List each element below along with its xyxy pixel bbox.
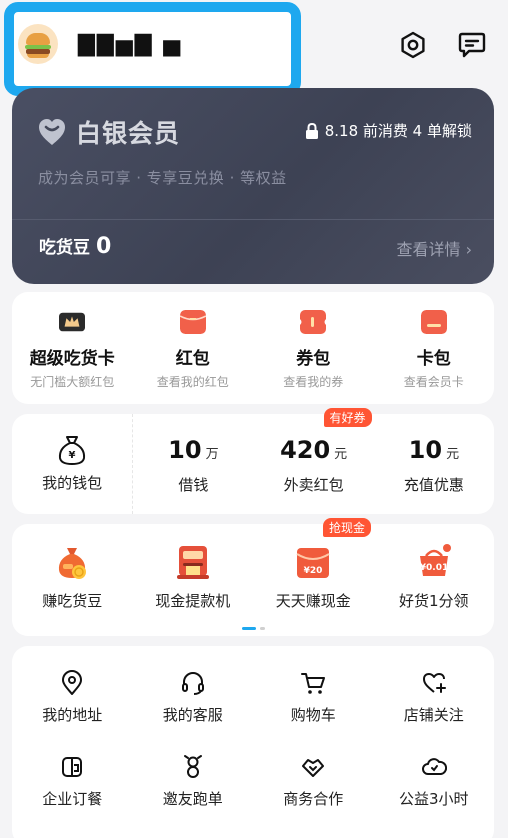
svg-text:¥: ¥ [69,450,76,461]
quick-cards: 超级吃货卡 无门槛大额红包 红包 查看我的红包 券包 查看我的券 卡包 查看会员… [12,292,494,404]
super-foodie-card[interactable]: 超级吃货卡 无门槛大额红包 [12,292,133,404]
shopping-cart-item[interactable]: 购物车 [253,646,374,730]
recharge-discount-item[interactable]: 10 元 充值优惠 [374,414,494,514]
one-cent-goods-item[interactable]: ¥0.01 好货1分领 [374,524,495,636]
vip-logo: 白银会员 [36,114,180,150]
vip-subtitle: 成为会员可享 · 专享豆兑换 · 等权益 [38,169,287,187]
headset-icon [181,672,204,695]
beans-value: 0 [96,234,112,259]
card-wallet-card[interactable]: 卡包 查看会员卡 [374,292,495,404]
cash-machine-icon [176,546,209,579]
coupon-icon [300,310,327,334]
invite-runner-item[interactable]: 邀友跑单 [133,730,254,814]
crown-card-icon [59,312,86,332]
svg-text:¥20: ¥20 [304,566,323,576]
location-pin-icon [62,670,83,695]
grab-cash-badge: 抢现金 [323,518,372,537]
earn-beans-item[interactable]: 赚吃货豆 [12,524,133,636]
indicator-dot [259,627,265,630]
vip-divider [12,219,494,220]
handshake-icon [302,759,325,777]
daily-cash-item[interactable]: 抢现金 ¥20 天天赚现金 [253,518,374,636]
charity-item[interactable]: 公益3小时 [374,730,495,814]
red-envelope-icon: ¥20 [296,548,330,578]
shopping-cart-icon [301,673,326,694]
enterprise-order-icon [62,757,83,777]
carousel-indicator [12,627,494,630]
message-icon[interactable] [455,28,489,62]
money-bag-icon: ¥ [59,436,86,465]
customer-service-item[interactable]: 我的客服 [133,646,254,730]
svg-text:¥0.01: ¥0.01 [420,563,448,573]
loan-item[interactable]: 10 万 借钱 [133,414,253,514]
activities-section: 赚吃货豆 现金提款机 抢现金 ¥20 天天赚现金 ¥0.01 好货1分领 [12,518,495,636]
enterprise-order-item[interactable]: 企业订餐 [12,730,133,814]
charity-cloud-icon [421,758,447,775]
view-details-link[interactable]: 查看详情 › [397,236,473,260]
vip-unlock-hint: 8.18 前消费 4 单解锁 [305,120,472,141]
good-coupon-badge: 有好券 [323,408,372,427]
beans-balance: 吃货豆 0 [39,233,111,259]
vip-unlock-text: 8.18 前消费 4 单解锁 [324,122,472,140]
my-address-item[interactable]: 我的地址 [12,646,133,730]
cash-machine-item[interactable]: 现金提款机 [133,524,254,636]
card-wallet-icon [420,310,447,334]
my-wallet-item[interactable]: ¥ 我的钱包 [12,414,134,514]
vip-card[interactable]: 白银会员 8.18 前消费 4 单解锁 成为会员可享 · 专享豆兑换 · 等权益… [12,88,494,284]
takeout-red-packet-item[interactable]: 有好券 420 元 外卖红包 [254,408,374,514]
tools-grid: 我的地址 我的客服 购物车 店铺关注 企业订餐 邀友跑单 商务合作 公益3小时 [12,646,494,838]
red-packet-card[interactable]: 红包 查看我的红包 [133,292,254,404]
beans-label: 吃货豆 [39,238,90,258]
shopping-basket-icon: ¥0.01 [420,544,451,576]
indicator-dot-active [241,627,256,630]
header: ▇▇▅▇ ▅ [0,0,508,96]
coupon-card[interactable]: 券包 查看我的券 [253,292,374,404]
avatar[interactable] [18,24,58,64]
vip-badge-icon [39,119,65,145]
wallet-section: ¥ 我的钱包 10 万 借钱 有好券 420 元 外卖红包 10 元 充值优惠 [12,408,494,514]
settings-hexagon-icon[interactable] [396,28,430,62]
business-cooperation-item[interactable]: 商务合作 [253,730,374,814]
lock-icon [305,122,318,139]
followed-shops-item[interactable]: 店铺关注 [374,646,495,730]
username[interactable]: ▇▇▅▇ ▅ [78,32,182,57]
heart-plus-icon [422,673,446,693]
invite-runner-icon [183,755,202,778]
coin-bag-icon [59,548,87,579]
vip-title: 白银会员 [76,119,181,148]
red-packet-icon [179,310,206,334]
